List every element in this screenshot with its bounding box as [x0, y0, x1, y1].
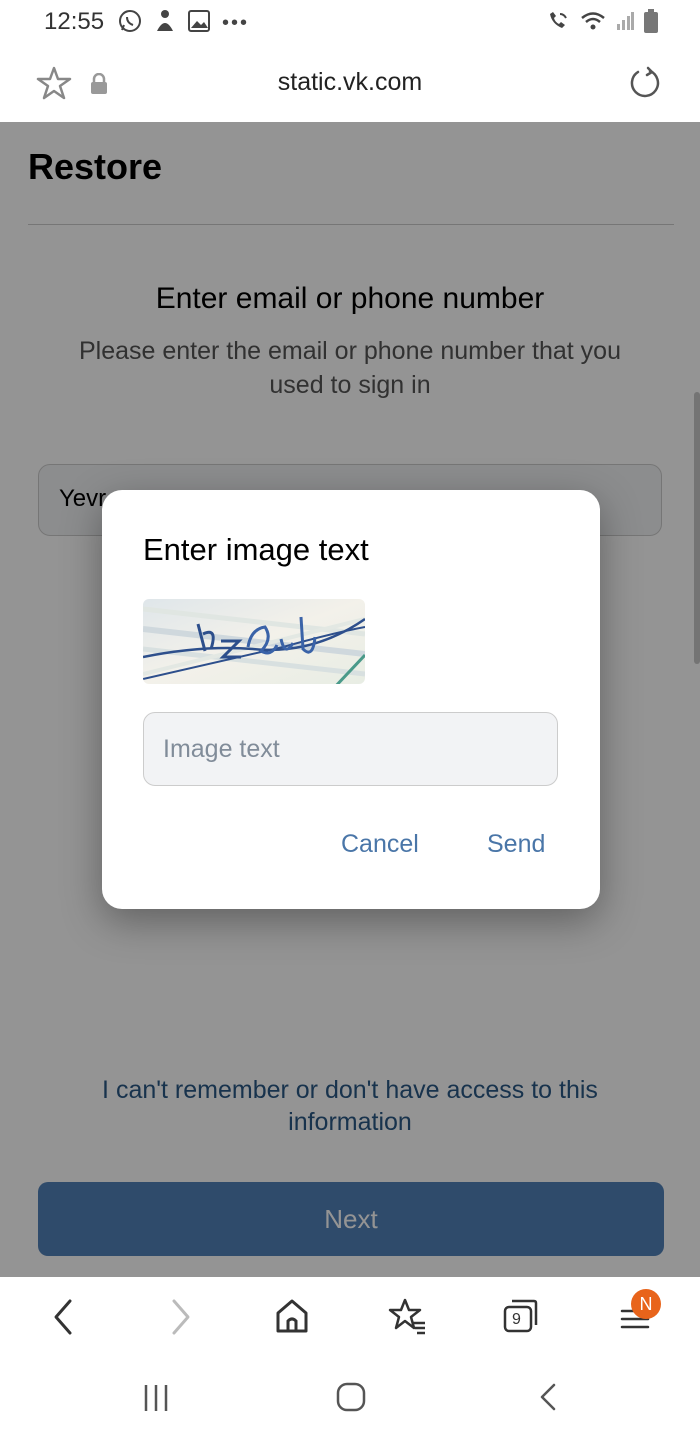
forward-icon[interactable] — [166, 1297, 194, 1342]
recent-apps-icon[interactable] — [142, 1383, 170, 1418]
captcha-dialog: Enter image text Cancel Send — [102, 490, 600, 909]
back-icon[interactable] — [50, 1297, 78, 1342]
url-text[interactable]: static.vk.com — [0, 68, 700, 97]
cancel-button[interactable]: Cancel — [341, 830, 419, 859]
signal-icon — [616, 10, 634, 37]
home-button-icon[interactable] — [335, 1381, 367, 1418]
send-button[interactable]: Send — [487, 830, 545, 859]
browser-url-bar: static.vk.com — [0, 44, 700, 122]
battery-icon — [644, 9, 658, 38]
image-text-input[interactable] — [143, 712, 558, 786]
menu-badge: N — [631, 1289, 661, 1319]
system-nav-bar — [0, 1357, 700, 1439]
tab-count: 9 — [512, 1311, 521, 1328]
notification-icon — [154, 9, 176, 38]
tabs-icon[interactable]: 9 — [500, 1297, 540, 1342]
more-icon: ••• — [222, 12, 250, 34]
wifi-icon — [580, 10, 606, 37]
menu-icon[interactable]: N — [618, 1289, 661, 1342]
image-icon — [188, 10, 210, 37]
system-back-icon[interactable] — [536, 1381, 560, 1418]
status-time: 12:55 — [44, 8, 105, 35]
captcha-image[interactable] — [143, 599, 365, 684]
wifi-call-icon — [546, 10, 570, 37]
reload-icon[interactable] — [628, 66, 662, 105]
home-icon[interactable] — [274, 1297, 310, 1340]
dialog-title: Enter image text — [143, 532, 369, 567]
bookmarks-icon[interactable] — [388, 1297, 428, 1342]
whatsapp-icon — [118, 9, 142, 38]
status-bar: 12:55 ••• — [0, 0, 700, 44]
browser-bottom-nav: 9 N — [0, 1277, 700, 1357]
